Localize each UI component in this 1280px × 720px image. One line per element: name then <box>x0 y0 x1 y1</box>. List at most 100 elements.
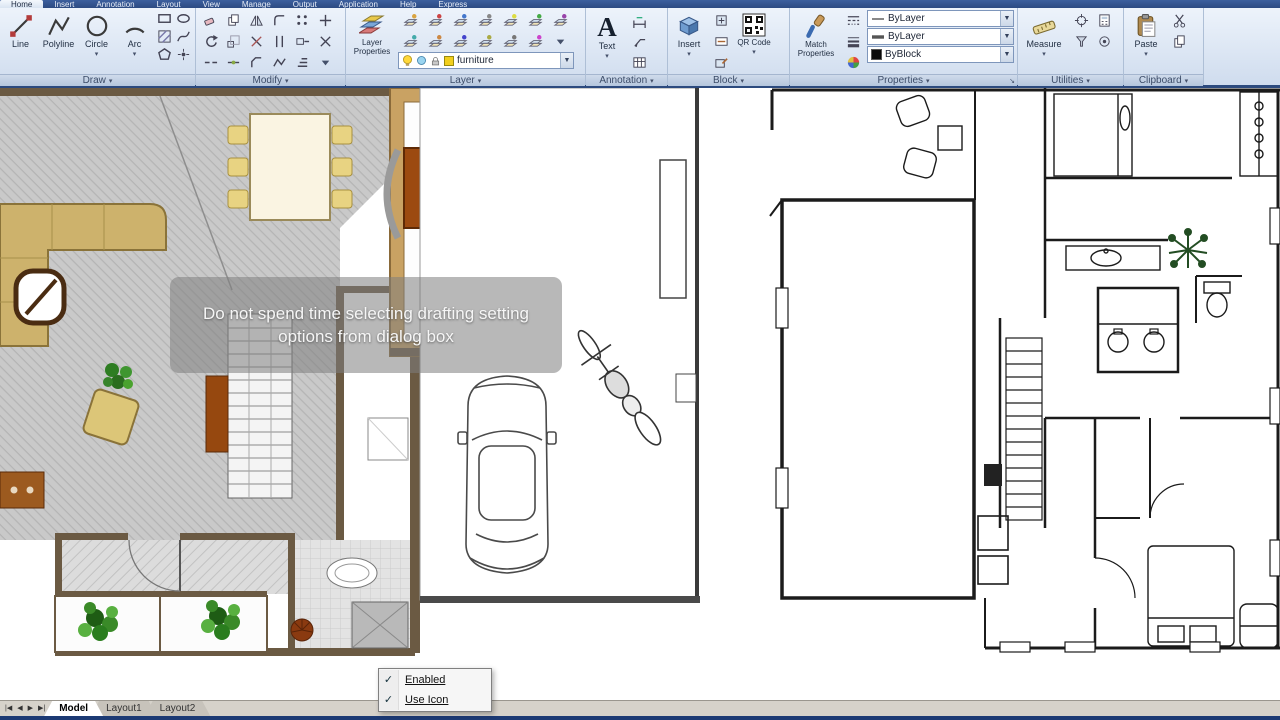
cut-icon[interactable] <box>1170 12 1188 29</box>
utilities-panel-label[interactable]: Utilities ▾ <box>1018 74 1123 86</box>
offset-icon[interactable] <box>270 33 288 50</box>
text-dropdown-icon[interactable]: ▾ <box>605 52 609 60</box>
ribbon-tab-view[interactable]: View <box>192 0 231 8</box>
layer-isolate-icon[interactable] <box>426 12 444 29</box>
layer-combobox[interactable]: furniture ▼ <box>398 52 574 69</box>
layer-delete-icon[interactable] <box>526 33 544 50</box>
ribbon-tab-output[interactable]: Output <box>282 0 328 8</box>
quick-select-icon[interactable] <box>1072 33 1090 50</box>
create-block-icon[interactable] <box>712 12 730 29</box>
measure-dropdown-icon[interactable]: ▾ <box>1042 50 1046 58</box>
rectangle-icon[interactable] <box>155 10 173 27</box>
erase-icon[interactable] <box>201 12 219 29</box>
draw-panel-label[interactable]: Draw ▾ <box>0 74 195 86</box>
edit-attribute-icon[interactable] <box>712 33 730 50</box>
copy-clip-icon[interactable] <box>1170 33 1188 50</box>
color-wheel-icon[interactable] <box>844 54 862 71</box>
paste-button[interactable]: Paste ▾ <box>1127 10 1165 72</box>
spline-icon[interactable] <box>174 28 192 45</box>
layout2-tab[interactable]: Layout2 <box>145 701 211 716</box>
array-icon[interactable] <box>293 12 311 29</box>
layer-off-icon[interactable] <box>476 12 494 29</box>
last-tab-button[interactable]: ▶| <box>38 704 45 712</box>
move-icon[interactable] <box>316 12 334 29</box>
qr-code-button[interactable]: QR Code ▾ <box>735 10 773 72</box>
modify-panel-label[interactable]: Modify ▾ <box>196 74 345 86</box>
context-menu-item-enabled[interactable]: ✓ Enabled <box>379 670 491 690</box>
object-color-arrow-icon[interactable]: ▼ <box>1000 11 1013 26</box>
multileader-icon[interactable] <box>630 33 648 50</box>
circle-dropdown-icon[interactable]: ▾ <box>95 50 99 58</box>
polyline-button[interactable]: Polyline <box>41 10 76 72</box>
measure-button[interactable]: Measure ▾ <box>1021 10 1067 72</box>
properties-panel-label[interactable]: Properties ▾ ↘ <box>790 74 1017 86</box>
scale-icon[interactable] <box>224 33 242 50</box>
layer-state-manager-icon[interactable] <box>401 12 419 29</box>
insert-dropdown-icon[interactable]: ▾ <box>687 50 691 58</box>
next-tab-button[interactable]: ▶ <box>28 704 33 712</box>
ribbon-tab-home[interactable]: Home <box>0 0 44 8</box>
line-button[interactable]: Line <box>3 10 38 72</box>
layer-thaw-icon[interactable] <box>426 33 444 50</box>
ribbon-tab-layout[interactable]: Layout <box>146 0 192 8</box>
annotation-panel-label[interactable]: Annotation ▾ <box>586 74 667 86</box>
insert-button[interactable]: Insert ▾ <box>671 10 707 72</box>
text-button[interactable]: A Text ▾ <box>589 10 625 72</box>
edit-polyline-icon[interactable] <box>270 54 288 71</box>
circle-button[interactable]: Circle ▾ <box>79 10 114 72</box>
polygon-icon[interactable] <box>155 46 173 63</box>
ribbon-tab-manage[interactable]: Manage <box>231 0 282 8</box>
break-icon[interactable] <box>201 54 219 71</box>
linetype-combobox[interactable]: ByBlock ▼ <box>867 46 1014 63</box>
ellipse-icon[interactable] <box>174 10 192 27</box>
layer-freeze-icon[interactable] <box>451 12 469 29</box>
point-icon[interactable] <box>174 46 192 63</box>
modify-flyout-icon[interactable] <box>316 54 334 71</box>
explode-icon[interactable] <box>316 33 334 50</box>
rotate-icon[interactable] <box>201 33 219 50</box>
hatch-icon[interactable] <box>155 28 173 45</box>
lineweight-icon[interactable] <box>844 33 862 50</box>
qr-code-dropdown-icon[interactable]: ▾ <box>752 48 756 56</box>
drawing-canvas[interactable]: Do not spend time selecting drafting set… <box>0 88 1280 700</box>
layer-lock-icon[interactable] <box>501 12 519 29</box>
chamfer-icon[interactable] <box>247 54 265 71</box>
block-editor-icon[interactable] <box>712 54 730 71</box>
copy-icon[interactable] <box>224 12 242 29</box>
model-tab[interactable]: Model <box>44 701 103 716</box>
prev-tab-button[interactable]: ◀ <box>17 704 22 712</box>
properties-dialog-launcher-icon[interactable]: ↘ <box>1009 77 1015 85</box>
paste-dropdown-icon[interactable]: ▾ <box>1144 50 1148 58</box>
ribbon-tab-help[interactable]: Help <box>389 0 427 8</box>
lineweight-arrow-icon[interactable]: ▼ <box>1000 29 1013 44</box>
ribbon-tab-annotation[interactable]: Annotation <box>85 0 145 8</box>
layer-combo-arrow-icon[interactable]: ▼ <box>560 53 573 68</box>
layer-flyout-icon[interactable] <box>551 33 569 50</box>
clipboard-panel-label[interactable]: Clipboard ▾ <box>1124 74 1203 86</box>
layer-merge-icon[interactable] <box>501 33 519 50</box>
dimension-icon[interactable] <box>630 12 648 29</box>
arc-dropdown-icon[interactable]: ▾ <box>133 50 137 58</box>
table-icon[interactable] <box>630 54 648 71</box>
match-properties-button[interactable]: Match Properties <box>793 10 839 72</box>
ribbon-tab-insert[interactable]: Insert <box>43 0 85 8</box>
layer-walk-icon[interactable] <box>476 33 494 50</box>
block-panel-label[interactable]: Block ▾ <box>668 74 789 86</box>
layer-match-icon[interactable] <box>526 12 544 29</box>
layer-unlock-icon[interactable] <box>451 33 469 50</box>
context-menu-item-use-icon[interactable]: ✓ Use Icon <box>379 690 491 710</box>
layer-on-icon[interactable] <box>401 33 419 50</box>
ribbon-tab-express[interactable]: Express <box>427 0 478 8</box>
stretch-icon[interactable] <box>293 33 311 50</box>
first-tab-button[interactable]: |◀ <box>5 704 12 712</box>
trim-icon[interactable] <box>247 33 265 50</box>
mirror-icon[interactable] <box>247 12 265 29</box>
layer-panel-label[interactable]: Layer ▾ <box>346 74 585 86</box>
object-color-combobox[interactable]: ByLayer ▼ <box>867 10 1014 27</box>
linetype-arrow-icon[interactable]: ▼ <box>1000 47 1013 62</box>
point-style-icon[interactable] <box>1095 33 1113 50</box>
layer-previous-icon[interactable] <box>551 12 569 29</box>
lineweight-combobox[interactable]: ByLayer ▼ <box>867 28 1014 45</box>
id-point-icon[interactable] <box>1072 12 1090 29</box>
fillet-icon[interactable] <box>270 12 288 29</box>
